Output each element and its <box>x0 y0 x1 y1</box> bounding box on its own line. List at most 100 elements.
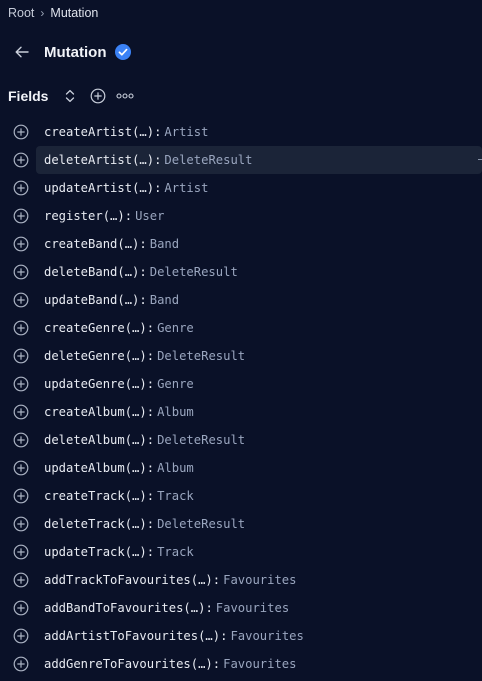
field-type[interactable]: Band <box>150 237 179 251</box>
field-type[interactable]: Favourites <box>223 657 296 671</box>
field-name: updateGenre <box>44 377 125 391</box>
field-row-deleteBand[interactable]: deleteBand (…) : DeleteResult <box>0 258 482 286</box>
field-type[interactable]: DeleteResult <box>157 433 245 447</box>
field-args: (…) <box>102 209 125 223</box>
plus-circle-icon[interactable] <box>13 432 29 448</box>
field-signature[interactable]: updateBand (…) : Band <box>44 286 179 314</box>
field-type[interactable]: User <box>135 209 164 223</box>
field-row-updateBand[interactable]: updateBand (…) : Band <box>0 286 482 314</box>
field-row-updateAlbum[interactable]: updateAlbum (…) : Album <box>0 454 482 482</box>
field-signature[interactable]: deleteTrack (…) : DeleteResult <box>44 510 245 538</box>
plus-circle-icon[interactable] <box>13 544 29 560</box>
field-type[interactable]: Album <box>157 461 194 475</box>
field-row-updateArtist[interactable]: updateArtist (…) : Artist <box>0 174 482 202</box>
plus-circle-icon[interactable] <box>13 628 29 644</box>
plus-circle-icon[interactable] <box>13 600 29 616</box>
field-args: (…) <box>124 405 147 419</box>
breadcrumb-root[interactable]: Root <box>8 6 34 20</box>
sort-chevrons-icon[interactable] <box>64 88 76 104</box>
field-type[interactable]: DeleteResult <box>157 349 245 363</box>
plus-circle-icon[interactable] <box>13 404 29 420</box>
plus-circle-icon[interactable] <box>13 488 29 504</box>
field-type[interactable]: Favourites <box>230 629 303 643</box>
field-signature[interactable]: createAlbum (…) : Album <box>44 398 194 426</box>
plus-circle-icon[interactable] <box>13 152 29 168</box>
plus-circle-icon[interactable] <box>13 516 29 532</box>
field-type[interactable]: Track <box>157 489 194 503</box>
field-name: register <box>44 209 103 223</box>
field-signature[interactable]: register (…) : User <box>44 202 164 230</box>
plus-circle-icon[interactable] <box>13 320 29 336</box>
field-type[interactable]: Track <box>157 545 194 559</box>
field-type[interactable]: Favourites <box>216 601 289 615</box>
field-signature[interactable]: createArtist (…) : Artist <box>44 118 208 146</box>
field-row-addArtistToFavourites[interactable]: addArtistToFavourites (…) : Favourites <box>0 622 482 650</box>
field-signature[interactable]: updateTrack (…) : Track <box>44 538 194 566</box>
field-type[interactable]: DeleteResult <box>164 153 252 167</box>
field-args: (…) <box>132 181 155 195</box>
plus-circle-icon[interactable] <box>13 572 29 588</box>
field-signature[interactable]: addArtistToFavourites (…) : Favourites <box>44 622 304 650</box>
plus-circle-icon[interactable] <box>13 460 29 476</box>
field-row-deleteTrack[interactable]: deleteTrack (…) : DeleteResult <box>0 510 482 538</box>
field-row-addGenreToFavourites[interactable]: addGenreToFavourites (…) : Favourites <box>0 650 482 678</box>
field-row-updateTrack[interactable]: updateTrack (…) : Track <box>0 538 482 566</box>
field-row-deleteGenre[interactable]: deleteGenre (…) : DeleteResult <box>0 342 482 370</box>
field-type[interactable]: DeleteResult <box>157 517 245 531</box>
field-type[interactable]: Album <box>157 405 194 419</box>
field-colon: : <box>212 573 221 587</box>
field-signature[interactable]: deleteGenre (…) : DeleteResult <box>44 342 245 370</box>
field-row-createAlbum[interactable]: createAlbum (…) : Album <box>0 398 482 426</box>
arrow-left-icon[interactable] <box>14 44 30 60</box>
breadcrumb-current: Mutation <box>50 6 99 20</box>
field-colon: : <box>146 377 155 391</box>
plus-circle-icon[interactable] <box>13 376 29 392</box>
plus-circle-icon[interactable] <box>13 208 29 224</box>
field-type[interactable]: Artist <box>164 181 208 195</box>
field-signature[interactable]: updateGenre (…) : Genre <box>44 370 194 398</box>
field-row-createGenre[interactable]: createGenre (…) : Genre <box>0 314 482 342</box>
field-row-createTrack[interactable]: createTrack (…) : Track <box>0 482 482 510</box>
field-type[interactable]: Favourites <box>223 573 296 587</box>
field-row-createArtist[interactable]: createArtist (…) : Artist <box>0 118 482 146</box>
field-row-addTrackToFavourites[interactable]: addTrackToFavourites (…) : Favourites <box>0 566 482 594</box>
field-name: addBandToFavourites <box>44 601 184 615</box>
field-row-deleteAlbum[interactable]: deleteAlbum (…) : DeleteResult <box>0 426 482 454</box>
field-signature[interactable]: deleteBand (…) : DeleteResult <box>44 258 238 286</box>
field-type[interactable]: Band <box>150 293 179 307</box>
field-signature[interactable]: updateArtist (…) : Artist <box>44 174 208 202</box>
field-args: (…) <box>124 517 147 531</box>
field-signature[interactable]: addBandToFavourites (…) : Favourites <box>44 594 289 622</box>
field-signature[interactable]: updateAlbum (…) : Album <box>44 454 194 482</box>
field-row-deleteArtist[interactable]: deleteArtist (…) : DeleteResult <box>0 146 482 174</box>
field-type[interactable]: DeleteResult <box>150 265 238 279</box>
field-signature[interactable]: deleteAlbum (…) : DeleteResult <box>44 426 245 454</box>
field-signature[interactable]: addGenreToFavourites (…) : Favourites <box>44 650 296 678</box>
field-args: (…) <box>190 657 213 671</box>
field-name: updateTrack <box>44 545 125 559</box>
field-signature[interactable]: deleteArtist (…) : DeleteResult <box>44 146 252 174</box>
plus-circle-icon[interactable] <box>90 88 106 104</box>
field-type[interactable]: Artist <box>164 125 208 139</box>
plus-circle-icon[interactable] <box>13 348 29 364</box>
field-row-updateGenre[interactable]: updateGenre (…) : Genre <box>0 370 482 398</box>
field-type[interactable]: Genre <box>157 377 194 391</box>
more-dots-icon[interactable] <box>116 88 135 104</box>
field-args: (…) <box>124 349 147 363</box>
plus-circle-icon[interactable] <box>13 292 29 308</box>
field-signature[interactable]: createBand (…) : Band <box>44 230 179 258</box>
plus-circle-icon[interactable] <box>13 264 29 280</box>
plus-circle-icon[interactable] <box>13 124 29 140</box>
plus-circle-icon[interactable] <box>13 180 29 196</box>
field-type[interactable]: Genre <box>157 321 194 335</box>
field-signature[interactable]: addTrackToFavourites (…) : Favourites <box>44 566 296 594</box>
field-signature[interactable]: createTrack (…) : Track <box>44 482 194 510</box>
field-name: deleteBand <box>44 265 118 279</box>
field-row-addBandToFavourites[interactable]: addBandToFavourites (…) : Favourites <box>0 594 482 622</box>
field-signature[interactable]: createGenre (…) : Genre <box>44 314 194 342</box>
field-colon: : <box>146 461 155 475</box>
plus-circle-icon[interactable] <box>13 236 29 252</box>
field-row-register[interactable]: register (…) : User <box>0 202 482 230</box>
plus-circle-icon[interactable] <box>13 656 29 672</box>
field-row-createBand[interactable]: createBand (…) : Band <box>0 230 482 258</box>
